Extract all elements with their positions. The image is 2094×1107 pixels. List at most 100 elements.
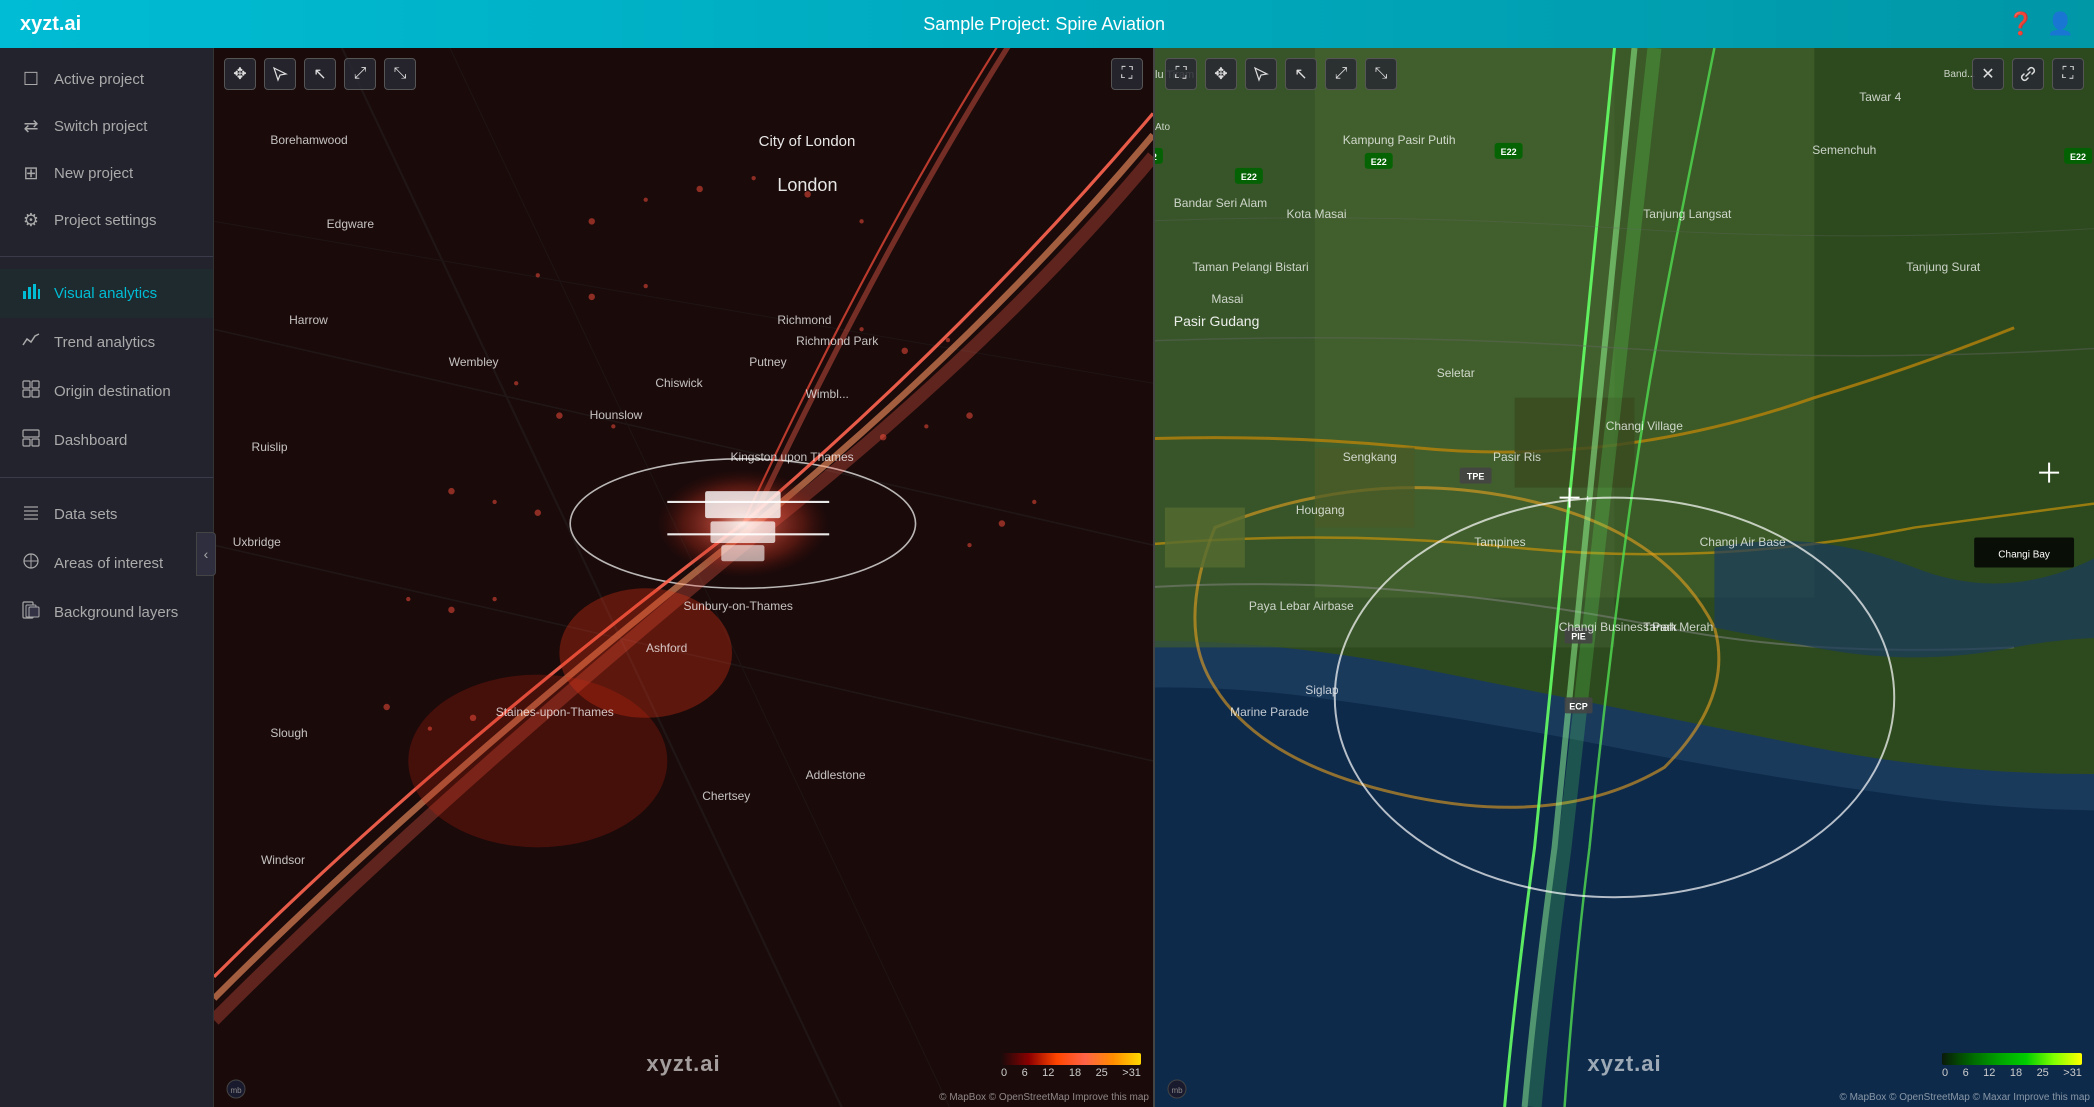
close-panel-button[interactable]: ✕	[1972, 58, 2004, 90]
sidebar-item-new-project[interactable]: ⊞ New project	[0, 150, 213, 197]
legend-label: 18	[1069, 1067, 1081, 1079]
legend-left: 0 6 12 18 25 >31	[1001, 1053, 1141, 1079]
sidebar-section-data: Data sets Areas of interest	[0, 482, 213, 645]
map-toolbar-right: ⛶ ✥ ↖ ⤢ ⤡	[1165, 58, 1397, 90]
svg-text:E22: E22	[1501, 147, 1517, 157]
svg-text:+: +	[1585, 494, 1591, 506]
sidebar-divider-2	[0, 477, 213, 478]
map-toolbar-right-left: ⛶	[1111, 58, 1143, 90]
svg-text:mb: mb	[1171, 1086, 1183, 1095]
legend-label: 6	[1963, 1067, 1969, 1079]
help-icon[interactable]: ❓	[2007, 11, 2034, 37]
svg-text:Changi Bay: Changi Bay	[1998, 550, 2050, 561]
sidebar-item-label: Dashboard	[54, 432, 127, 449]
user-icon[interactable]: 👤	[2047, 11, 2074, 37]
svg-text:TPE: TPE	[1467, 472, 1484, 482]
sidebar-item-visual-analytics[interactable]: Visual analytics	[0, 269, 213, 318]
sidebar-item-label: Visual analytics	[54, 285, 157, 302]
sidebar-item-label: Areas of interest	[54, 555, 163, 572]
sidebar-item-label: Project settings	[54, 212, 157, 229]
sidebar-item-background-layers[interactable]: Background layers	[0, 588, 213, 637]
fullscreen-right-left[interactable]: ⛶	[1165, 58, 1197, 90]
map-toolbar-left: ✥ ↖ ⤢ ⤡	[224, 58, 416, 90]
svg-text:mb: mb	[230, 1086, 242, 1095]
draw-poly-right[interactable]: ⤡	[1365, 58, 1397, 90]
draw-rect-left[interactable]: ⤢	[344, 58, 376, 90]
sidebar-item-project-settings[interactable]: ⚙ Project settings	[0, 197, 213, 244]
legend-label: 18	[2010, 1067, 2022, 1079]
map-attribution-left: © MapBox © OpenStreetMap Improve this ma…	[939, 1092, 1149, 1103]
legend-label: 25	[1096, 1067, 1108, 1079]
map-panel-right[interactable]: ⛶ ✥ ↖ ⤢ ⤡ ✕ ⛶	[1153, 48, 2094, 1107]
topbar-icons: ❓ 👤	[2007, 11, 2074, 37]
pointer-tool-left[interactable]: ↖	[304, 58, 336, 90]
active-project-icon: ☐	[20, 69, 42, 90]
sidebar-item-label: Trend analytics	[54, 334, 155, 351]
sidebar-section-analytics: Visual analytics Trend analytics	[0, 261, 213, 473]
svg-text:ECP: ECP	[1569, 701, 1587, 711]
link-panels-button[interactable]	[2012, 58, 2044, 90]
sidebar-section-projects: ☐ Active project ⇄ Switch project ⊞ New …	[0, 48, 213, 252]
legend-label: 12	[1042, 1067, 1054, 1079]
areas-of-interest-icon	[20, 552, 42, 575]
map-visual-left	[214, 48, 1153, 1107]
svg-text:E22: E22	[1155, 152, 1157, 162]
svg-text:E22: E22	[1371, 157, 1387, 167]
select-tool-right[interactable]	[1245, 58, 1277, 90]
fullscreen-left[interactable]: ⛶	[1111, 58, 1143, 90]
legend-right: 0 6 12 18 25 >31	[1942, 1053, 2082, 1079]
legend-label: 25	[2037, 1067, 2049, 1079]
sidebar-divider-1	[0, 256, 213, 257]
pointer-tool-right[interactable]: ↖	[1285, 58, 1317, 90]
new-project-icon: ⊞	[20, 163, 42, 184]
page-title: Sample Project: Spire Aviation	[923, 14, 1165, 35]
sidebar-item-label: Data sets	[54, 506, 117, 523]
svg-text:E22: E22	[2070, 152, 2086, 162]
dashboard-icon	[20, 429, 42, 452]
sidebar-item-dashboard[interactable]: Dashboard	[0, 416, 213, 465]
sidebar-item-active-project[interactable]: ☐ Active project	[0, 56, 213, 103]
maps-row: ✥ ↖ ⤢ ⤡ ⛶	[214, 48, 2094, 1107]
move-tool-left[interactable]: ✥	[224, 58, 256, 90]
map-watermark-right: xyzt.ai	[1587, 1051, 1661, 1077]
select-tool-left[interactable]	[264, 58, 296, 90]
sidebar-item-label: Origin destination	[54, 383, 171, 400]
legend-label: 0	[1001, 1067, 1007, 1079]
sidebar-item-data-sets[interactable]: Data sets	[0, 490, 213, 539]
sidebar-item-trend-analytics[interactable]: Trend analytics	[0, 318, 213, 367]
map-visual-right: + E22 E22 E22 E22	[1155, 48, 2094, 1107]
svg-text:PIE: PIE	[1571, 631, 1585, 641]
move-tool-right[interactable]: ✥	[1205, 58, 1237, 90]
sidebar-item-origin-destination[interactable]: Origin destination	[0, 367, 213, 416]
topbar: xyzt.ai Sample Project: Spire Aviation ❓…	[0, 0, 2094, 48]
svg-text:E22: E22	[1241, 172, 1257, 182]
sidebar-item-label: Switch project	[54, 118, 147, 135]
map-area: ✥ ↖ ⤢ ⤡ ⛶	[214, 48, 2094, 1107]
visual-analytics-icon	[20, 282, 42, 305]
map-attribution-right: © MapBox © OpenStreetMap © Maxar Improve…	[1839, 1092, 2090, 1103]
main-layout: ☐ Active project ⇄ Switch project ⊞ New …	[0, 48, 2094, 1107]
map-watermark-left: xyzt.ai	[646, 1051, 720, 1077]
sidebar-item-label: Background layers	[54, 604, 178, 621]
legend-label: 12	[1983, 1067, 1995, 1079]
sidebar-item-label: Active project	[54, 71, 144, 88]
sidebar-item-switch-project[interactable]: ⇄ Switch project	[0, 103, 213, 150]
logo: xyzt.ai	[20, 13, 81, 36]
map-panel-left[interactable]: ✥ ↖ ⤢ ⤡ ⛶	[214, 48, 1153, 1107]
switch-project-icon: ⇄	[20, 116, 42, 137]
project-settings-icon: ⚙	[20, 210, 42, 231]
draw-poly-left[interactable]: ⤡	[384, 58, 416, 90]
mapbox-logo-left: mb	[226, 1079, 246, 1099]
origin-destination-icon	[20, 380, 42, 403]
sidebar-collapse-button[interactable]: ‹	[196, 532, 216, 576]
mapbox-logo-right: mb	[1167, 1079, 1187, 1099]
sidebar-item-areas-of-interest[interactable]: Areas of interest	[0, 539, 213, 588]
data-sets-icon	[20, 503, 42, 526]
trend-analytics-icon	[20, 331, 42, 354]
expand-panel-button[interactable]: ⛶	[2052, 58, 2084, 90]
map-panel-controls-right: ✕ ⛶	[1972, 58, 2084, 90]
draw-rect-right[interactable]: ⤢	[1325, 58, 1357, 90]
sidebar-item-label: New project	[54, 165, 133, 182]
legend-label: >31	[1122, 1067, 1141, 1079]
background-layers-icon	[20, 601, 42, 624]
